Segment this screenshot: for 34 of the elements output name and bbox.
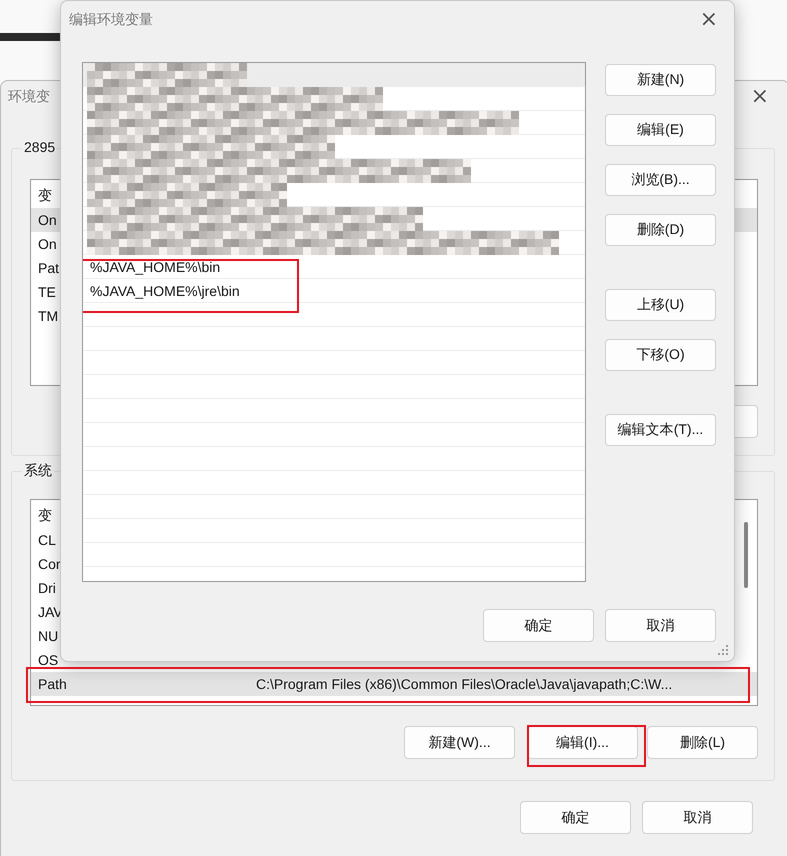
- dialog-button[interactable]: 编辑(E): [605, 114, 716, 146]
- list-row[interactable]: [83, 87, 585, 111]
- dialog-button[interactable]: 删除(D): [605, 214, 716, 246]
- dialog-button[interactable]: 删除(L): [647, 726, 758, 759]
- column-header: 变: [38, 507, 52, 525]
- list-row[interactable]: [83, 63, 585, 87]
- list-row[interactable]: [83, 111, 585, 135]
- dialog-button[interactable]: 确定: [520, 801, 631, 834]
- close-button[interactable]: ×: [694, 9, 724, 31]
- dialog-button[interactable]: 上移(U): [605, 289, 716, 321]
- column-header: 变: [38, 187, 52, 205]
- list-row[interactable]: %JAVA_HOME%\jre\bin: [83, 279, 585, 303]
- window-title: 环境变: [8, 88, 50, 106]
- dialog-button[interactable]: 取消: [605, 609, 716, 642]
- list-row[interactable]: %JAVA_HOME%\bin: [83, 255, 585, 279]
- dialog-button[interactable]: 下移(O): [605, 339, 716, 371]
- list-row[interactable]: [83, 135, 585, 159]
- dialog-button[interactable]: 新建(N): [605, 64, 716, 96]
- dialog-button[interactable]: 浏览(B)...: [605, 164, 716, 196]
- dialog-button[interactable]: 取消: [642, 801, 753, 834]
- dialog-button[interactable]: 编辑(I)...: [527, 726, 638, 759]
- group-label: 2895: [22, 139, 58, 155]
- scrollbar[interactable]: [744, 522, 748, 588]
- close-button[interactable]: ×: [744, 86, 775, 108]
- list-row[interactable]: Path C:\Program Files (x86)\Common Files\Oracle\Java\javapath;C:\W...: [31, 672, 757, 696]
- window-title: 编辑环境变量: [69, 11, 153, 29]
- group-label: 系统: [22, 462, 54, 480]
- dialog-button[interactable]: 新建(W)...: [404, 726, 515, 759]
- list-row[interactable]: [83, 159, 585, 183]
- list-row[interactable]: [83, 207, 585, 231]
- dialog-button[interactable]: 确定: [483, 609, 594, 642]
- resize-grip-icon[interactable]: [718, 645, 728, 655]
- dialog-button[interactable]: 编辑文本(T)...: [605, 414, 716, 446]
- list-row[interactable]: [83, 183, 585, 207]
